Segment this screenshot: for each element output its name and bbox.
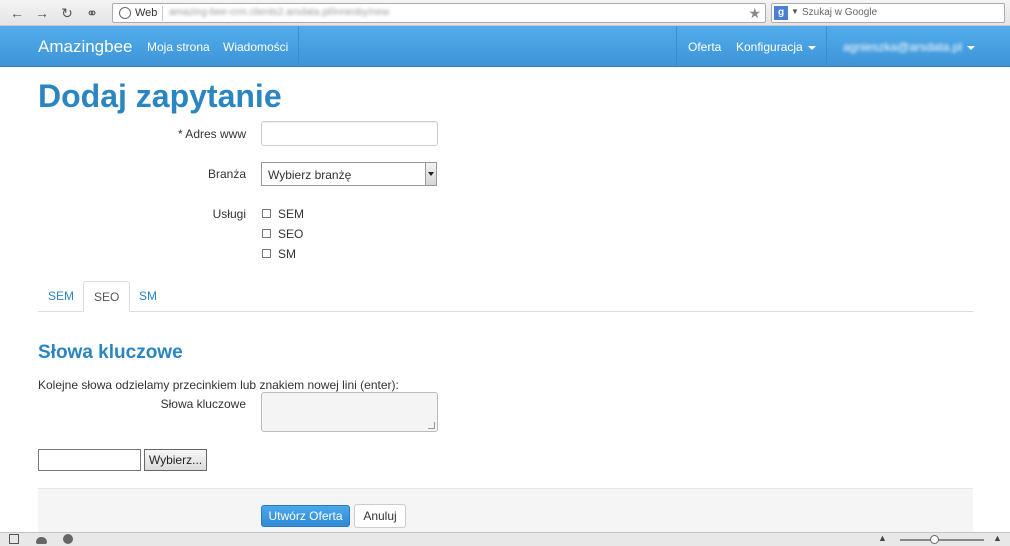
create-offer-button[interactable]: Utwórz Oferta	[261, 505, 350, 527]
google-search-box[interactable]: g ▼ Szukaj w Google	[771, 3, 1005, 23]
nav-konfiguracja-label: Konfiguracja	[736, 40, 803, 54]
user-email: agnieszka@arsdata.pl	[843, 40, 962, 54]
nav-user-menu[interactable]: agnieszka@arsdata.pl	[843, 40, 975, 54]
window-icon[interactable]	[9, 534, 19, 544]
globe-icon	[119, 7, 131, 19]
nav-divider	[298, 26, 299, 66]
file-input[interactable]	[38, 449, 141, 471]
tab-seo[interactable]: SEO	[83, 281, 131, 312]
checkbox-seo[interactable]	[262, 229, 271, 238]
checkbox-sm-label[interactable]: SM	[278, 247, 296, 261]
nav-divider	[676, 26, 677, 66]
adres-label: * Adres www	[177, 127, 246, 141]
nav-wiadomosci[interactable]: Wiadomości	[223, 40, 288, 54]
checkbox-sm[interactable]	[262, 249, 271, 258]
speed-dial-icon[interactable]	[63, 534, 73, 544]
keywords-textarea[interactable]	[261, 392, 438, 432]
nav-konfiguracja[interactable]: Konfiguracja	[736, 40, 816, 54]
chevron-down-icon[interactable]	[425, 163, 436, 185]
cloud-icon[interactable]	[36, 537, 47, 544]
cancel-button[interactable]: Anuluj	[354, 504, 406, 528]
tab-sem[interactable]: SEM	[38, 281, 84, 312]
arrow-up-icon[interactable]: ▲	[878, 533, 887, 543]
zoom-slider-handle[interactable]	[930, 535, 939, 544]
branza-select[interactable]: Wybierz branżę	[261, 162, 437, 186]
branza-selected-value: Wybierz branżę	[268, 168, 352, 182]
search-placeholder: Szukaj w Google	[802, 7, 878, 18]
uslugi-label: Usługi	[212, 207, 246, 221]
keywords-label: Słowa kluczowe	[160, 397, 246, 411]
nav-moja-strona[interactable]: Moja strona	[147, 40, 210, 54]
checkbox-sem-label[interactable]: SEM	[278, 207, 304, 221]
brand-link[interactable]: Amazingbee	[38, 37, 133, 57]
checkbox-sem[interactable]	[262, 209, 271, 218]
forward-icon[interactable]: →	[33, 4, 51, 22]
service-tabs: SEM SEO SM	[38, 281, 973, 312]
caret-down-icon	[966, 45, 975, 50]
nav-divider	[826, 26, 827, 66]
branza-label: Branża	[207, 167, 246, 181]
reload-icon[interactable]: ↻	[58, 4, 76, 22]
google-icon: g	[774, 6, 788, 20]
caret-down-icon	[807, 45, 816, 50]
site-identity[interactable]: Web	[117, 6, 164, 21]
nav-oferta[interactable]: Oferta	[688, 40, 721, 54]
chevron-down-icon[interactable]: ▼	[791, 7, 799, 16]
back-icon[interactable]: ←	[8, 4, 26, 22]
browser-toolbar: ← → ↻ ⚭ Web amazing-bee-crm.clients2.ars…	[0, 0, 1010, 26]
url-text: amazing-bee-crm.clients2.arsdata.pl/inne…	[169, 7, 390, 18]
keywords-heading: Słowa kluczowe	[38, 342, 183, 363]
address-bar[interactable]: Web amazing-bee-crm.clients2.arsdata.pl/…	[112, 3, 766, 23]
checkbox-seo-label[interactable]: SEO	[278, 227, 303, 241]
arrow-up-icon[interactable]: ▲	[993, 533, 1002, 543]
zoom-slider[interactable]	[900, 535, 984, 544]
keywords-hint: Kolejne słowa odzielamy przecinkiem lub …	[38, 378, 399, 392]
browser-status-bar: ▲ ▲	[0, 532, 1010, 546]
bookmark-star-icon[interactable]: ★	[748, 5, 761, 22]
form-actions-bar	[38, 488, 973, 532]
page-title: Dodaj zapytanie	[38, 78, 282, 114]
tab-sm[interactable]: SM	[129, 281, 167, 312]
browse-file-button[interactable]: Wybierz...	[144, 449, 207, 471]
app-navbar: Amazingbee Moja strona Wiadomości Oferta…	[0, 26, 1010, 67]
adres-www-input[interactable]	[261, 121, 438, 146]
key-icon[interactable]: ⚭	[83, 4, 101, 22]
